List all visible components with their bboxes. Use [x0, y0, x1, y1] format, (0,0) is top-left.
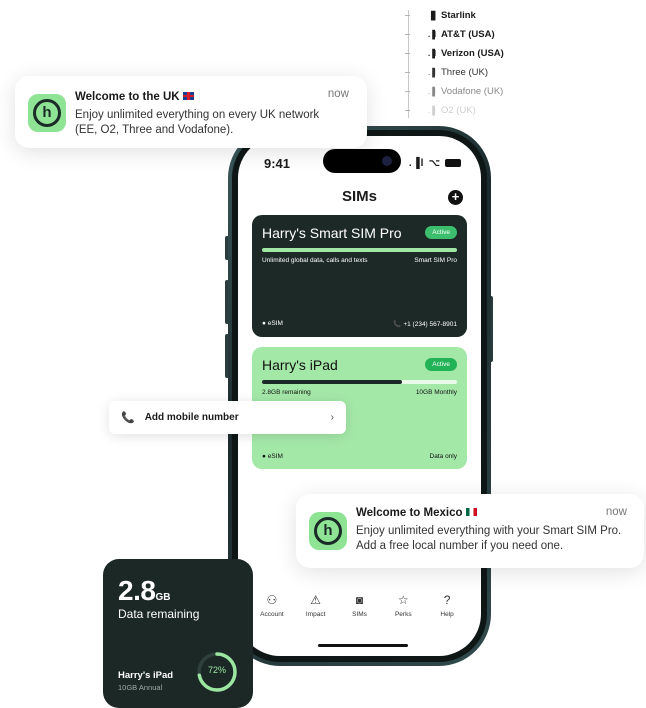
notification-mexico[interactable]: h Welcome to Mexico now Enjoy unlimited …	[296, 494, 644, 568]
notification-title: Welcome to the UK	[75, 91, 194, 103]
tab-sims[interactable]: ◙ SIMs	[339, 594, 379, 634]
signal-icon: .▐l	[428, 30, 436, 39]
battery-icon	[445, 159, 461, 167]
status-badge: Active	[425, 226, 457, 239]
network-name: Three (UK)	[441, 67, 488, 78]
usage-ring: 72%	[196, 651, 238, 693]
esim-label: ● eSIM	[262, 453, 283, 460]
notification-body: Enjoy unlimited everything with your Sma…	[356, 525, 622, 552]
status-badge: Active	[425, 358, 457, 371]
signal-icon: .▐l	[428, 68, 436, 77]
esim-label: ● eSIM	[262, 320, 283, 327]
network-name: O2 (UK)	[441, 105, 476, 116]
notification-time: now	[605, 506, 627, 518]
sim-plan: 10GB Monthly	[415, 389, 457, 396]
tab-impact[interactable]: ⚠ Impact	[296, 594, 336, 634]
cellular-icon: .▐l	[408, 157, 425, 169]
signal-icon: ▐▌	[428, 11, 438, 20]
sim-card-smart-sim-pro[interactable]: Harry's Smart SIM Pro Active Unlimited g…	[252, 215, 467, 337]
camera-icon	[382, 156, 392, 166]
network-name: AT&T (USA)	[441, 29, 495, 40]
signal-icon: .▐l	[428, 87, 436, 96]
network-item: ▐▌ Starlink	[405, 6, 518, 25]
notification-uk[interactable]: h Welcome to the UK now Enjoy unlimited …	[15, 76, 367, 148]
person-icon: ⚇	[266, 593, 278, 607]
tab-help[interactable]: ? Help	[427, 594, 467, 634]
add-mobile-number-label: Add mobile number	[144, 412, 239, 423]
sim-footer: ● eSIM 📞 +1 (234) 567-8901	[262, 320, 457, 328]
tab-bar: ⚇ Account ⚠ Impact ◙ SIMs ☆ Perks ? Help	[238, 594, 481, 634]
star-icon: ☆	[397, 593, 409, 607]
network-name: Starlink	[441, 10, 476, 21]
usage-bar-fill	[262, 380, 403, 384]
notification-body: Enjoy unlimited everything on every UK n…	[75, 109, 320, 136]
notification-title: Welcome to Mexico	[356, 507, 477, 519]
data-unit: GB	[155, 592, 171, 603]
app-logo-icon: h	[28, 94, 66, 132]
status-icons: .▐l ⌥	[409, 158, 461, 169]
sim-footer: ● eSIM Data only	[262, 453, 457, 460]
network-item: .▐l Vodafone (UK)	[405, 82, 518, 101]
network-name: Vodafone (UK)	[441, 86, 504, 97]
wifi-icon: ⌥	[428, 157, 441, 169]
uk-flag-icon	[182, 92, 194, 100]
sim-details: Unlimited global data, calls and texts S…	[262, 257, 457, 264]
data-remaining-widget[interactable]: 2.8GB Data remaining Harry's iPad 10GB A…	[103, 559, 253, 708]
network-item: .▐l Verizon (USA)	[405, 44, 518, 63]
signal-icon: .▐l	[428, 106, 436, 115]
usage-percent: 72%	[207, 665, 226, 675]
sim-details: 2.8GB remaining 10GB Monthly	[262, 389, 457, 396]
network-item: .▐l O2 (UK)	[405, 101, 518, 120]
sim-icon: ◙	[355, 593, 364, 607]
data-amount: 2.8GB	[118, 575, 171, 606]
app-logo-icon: h	[309, 512, 347, 550]
phone-frame: 9:41 .▐l ⌥ SIMs + Harry's Smart SIM Pro …	[228, 126, 491, 666]
network-item: .▐l Three (UK)	[405, 63, 518, 82]
add-sim-button[interactable]: +	[448, 190, 463, 205]
phone-icon: 📞	[121, 412, 135, 424]
status-time: 9:41	[264, 155, 291, 171]
data-remaining: 2.8GB remaining	[262, 389, 311, 396]
phone-number: 📞 +1 (234) 567-8901	[393, 321, 457, 328]
phone-screen: 9:41 .▐l ⌥ SIMs + Harry's Smart SIM Pro …	[238, 136, 481, 656]
usage-bar	[262, 248, 457, 252]
sim-description: Unlimited global data, calls and texts	[262, 257, 368, 264]
network-name: Verizon (USA)	[441, 48, 504, 59]
home-indicator[interactable]	[318, 644, 408, 647]
add-mobile-number-button[interactable]: 📞 Add mobile number ›	[109, 401, 346, 434]
tree-icon: ⚠	[310, 593, 322, 607]
data-remaining-label: Data remaining	[118, 607, 200, 621]
help-icon: ?	[443, 593, 451, 607]
signal-icon: .▐l	[428, 49, 436, 58]
page-title: SIMs	[341, 188, 377, 205]
mexico-flag-icon	[465, 508, 477, 516]
chevron-right-icon: ›	[330, 412, 334, 423]
device-name: Harry's iPad	[118, 670, 174, 681]
dynamic-island	[323, 149, 401, 173]
tab-perks[interactable]: ☆ Perks	[383, 594, 423, 634]
sim-plan: Smart SIM Pro	[414, 257, 457, 264]
notification-time: now	[327, 88, 349, 100]
data-type: Data only	[429, 453, 457, 460]
network-list: ▐▌ Starlink .▐l AT&T (USA) .▐l Verizon (USA…	[405, 6, 518, 120]
network-item: .▐l AT&T (USA)	[405, 25, 518, 44]
tab-account[interactable]: ⚇ Account	[252, 594, 292, 634]
device-plan: 10GB Annual	[118, 683, 163, 692]
usage-bar	[262, 380, 457, 384]
phone-bezel: 9:41 .▐l ⌥ SIMs + Harry's Smart SIM Pro …	[232, 130, 487, 662]
